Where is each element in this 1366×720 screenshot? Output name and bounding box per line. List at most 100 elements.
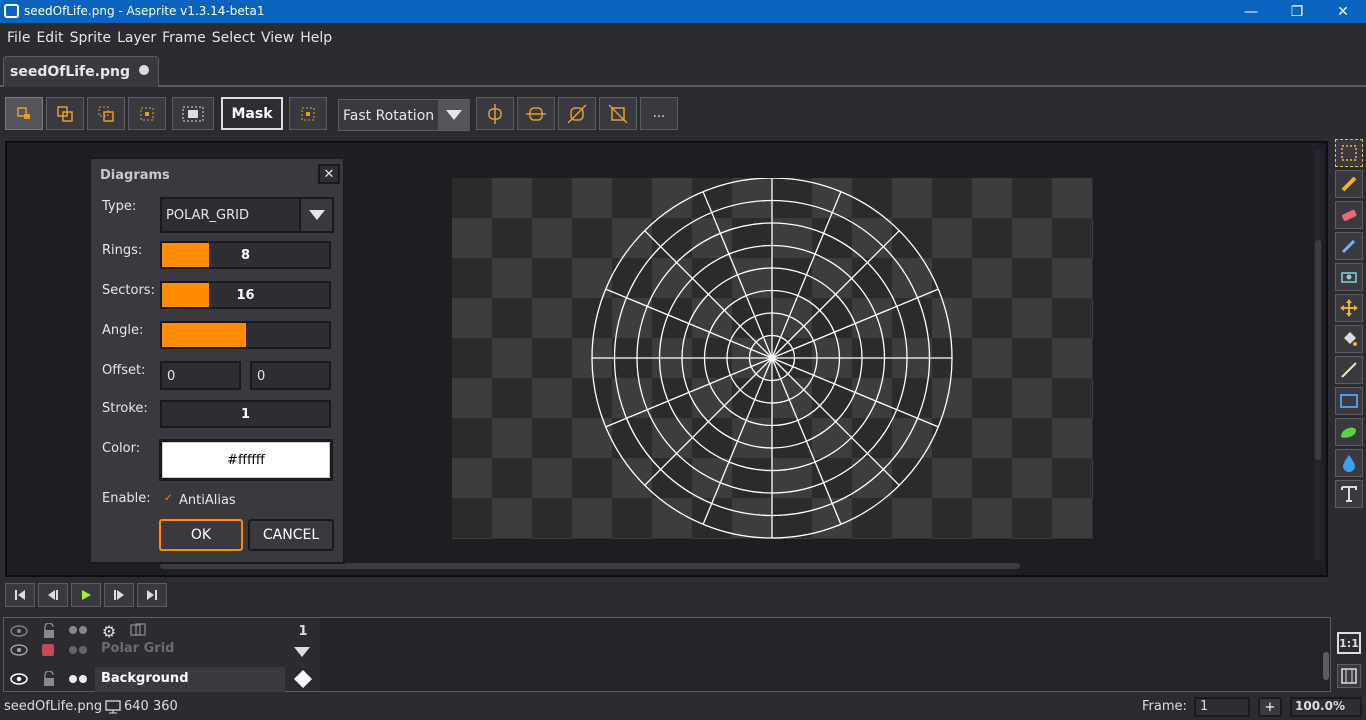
status-bar: seedOfLife.png 640 360 Frame: 1 + 100.0%: [0, 694, 1366, 720]
menu-select[interactable]: Select: [209, 30, 258, 46]
rings-slider[interactable]: 8: [160, 241, 331, 269]
rotation-algorithm-select[interactable]: Fast Rotation: [338, 99, 470, 131]
modified-dot-icon[interactable]: [139, 65, 149, 75]
menu-sprite[interactable]: Sprite: [67, 30, 115, 46]
rotate-antidiagonal-button[interactable]: [599, 97, 637, 130]
pivot-button[interactable]: [172, 97, 214, 130]
layer-row-polar-grid[interactable]: Polar Grid: [95, 641, 285, 661]
contour-tool[interactable]: [1335, 418, 1363, 446]
add-selection-button[interactable]: [46, 97, 84, 130]
camera-icon: [1341, 272, 1357, 283]
close-icon[interactable]: ✕: [318, 164, 340, 184]
line-tool[interactable]: [1335, 356, 1363, 384]
more-options-button[interactable]: ...: [640, 97, 678, 130]
menu-edit[interactable]: Edit: [33, 30, 66, 46]
eraser-tool[interactable]: [1335, 201, 1363, 229]
play-icon: [82, 590, 91, 600]
replace-selection-icon: [17, 106, 30, 119]
offset-x-input[interactable]: 0: [160, 361, 241, 390]
move-tool[interactable]: [1335, 294, 1363, 322]
color-label: Color:: [102, 441, 141, 456]
gear-icon[interactable]: ⚙: [98, 620, 120, 642]
angle-slider[interactable]: [160, 321, 331, 349]
vertical-scroll-thumb[interactable]: [1315, 240, 1321, 460]
type-value: POLAR_GRID: [166, 208, 249, 223]
zoom-input[interactable]: 100.0%: [1290, 697, 1362, 717]
layer-background-onion-icon[interactable]: [66, 673, 90, 685]
play-button[interactable]: [71, 583, 101, 607]
menu-file[interactable]: File: [4, 30, 33, 46]
offset-y-input[interactable]: 0: [250, 361, 331, 390]
last-frame-button[interactable]: [137, 583, 167, 607]
minimize-icon[interactable]: —: [1228, 0, 1274, 23]
enable-label: Enable:: [102, 491, 151, 506]
chevron-down-icon[interactable]: [299, 199, 332, 231]
pencil-icon: [1341, 176, 1357, 192]
menu-layer[interactable]: Layer: [114, 30, 159, 46]
menu-view[interactable]: View: [258, 30, 297, 46]
eyedropper-tool[interactable]: [1335, 232, 1363, 260]
diagrams-dialog: Diagrams ✕ Type: POLAR_GRID Rings: 8 Sec…: [89, 157, 345, 564]
layer-polar-grid-onion-icon[interactable]: [66, 644, 90, 656]
vertical-scrollbar[interactable]: [1314, 150, 1322, 560]
frame-cells-area[interactable]: [320, 618, 1330, 691]
rectangular-marquee-tool[interactable]: [1335, 139, 1363, 167]
add-frame-button[interactable]: +: [1258, 697, 1282, 717]
tab-seedoflife[interactable]: seedOfLife.png: [3, 56, 159, 87]
type-select[interactable]: POLAR_GRID: [160, 197, 334, 233]
frame-input[interactable]: 1: [1194, 697, 1250, 717]
intersect-selection-icon: [140, 107, 154, 120]
subtract-selection-icon: [98, 106, 114, 122]
onion-skin-icon[interactable]: [66, 624, 90, 636]
pencil-tool[interactable]: [1335, 170, 1363, 198]
paint-bucket-tool[interactable]: [1335, 325, 1363, 353]
stroke-slider[interactable]: 1: [160, 400, 331, 428]
layer-background-eye-icon[interactable]: [6, 668, 31, 690]
layer-row-background[interactable]: Background: [95, 667, 285, 692]
intersect-selection-button[interactable]: [128, 97, 166, 130]
cancel-button[interactable]: CANCEL: [248, 519, 334, 551]
cel-polar-grid-icon[interactable]: [292, 645, 312, 659]
mask-button[interactable]: Mask: [221, 97, 283, 130]
antialias-checkbox[interactable]: ✓: [164, 494, 174, 504]
ok-button[interactable]: OK: [159, 519, 243, 551]
replace-selection-button[interactable]: [5, 97, 43, 130]
offset-label: Offset:: [102, 363, 146, 378]
first-frame-button[interactable]: [5, 583, 35, 607]
frame-header-1[interactable]: 1: [288, 620, 318, 642]
link-cels-icon[interactable]: [128, 622, 150, 640]
chevron-down-icon[interactable]: [438, 100, 470, 130]
lock-header-icon[interactable]: [38, 621, 60, 641]
menu-help[interactable]: Help: [297, 30, 335, 46]
flip-horizontal-button[interactable]: [476, 97, 514, 130]
next-frame-button[interactable]: [104, 583, 134, 607]
mask-color-button[interactable]: [289, 97, 327, 130]
maximize-icon[interactable]: ❐: [1274, 0, 1320, 23]
stroke-label: Stroke:: [102, 401, 148, 416]
dialog-header[interactable]: Diagrams ✕: [91, 159, 343, 189]
droplet-icon: [1343, 455, 1355, 472]
marquee-icon: [1341, 145, 1357, 161]
sprite-canvas[interactable]: [452, 178, 1093, 539]
status-filename: seedOfLife.png: [4, 699, 103, 714]
layer-background-lock-icon[interactable]: [38, 669, 60, 689]
sectors-slider[interactable]: 16: [160, 281, 331, 309]
menu-frame[interactable]: Frame: [159, 30, 209, 46]
blur-tool[interactable]: [1335, 449, 1363, 477]
color-button[interactable]: #ffffff: [159, 439, 333, 481]
subtract-selection-button[interactable]: [87, 97, 125, 130]
visibility-header-eye-icon[interactable]: [6, 621, 31, 641]
cel-background-icon[interactable]: [290, 668, 316, 690]
zoom-one-to-one-button[interactable]: 1:1: [1337, 632, 1361, 654]
close-icon[interactable]: ✕: [1320, 0, 1366, 23]
rotate-diagonal-button[interactable]: [558, 97, 596, 130]
previous-frame-button[interactable]: [38, 583, 68, 607]
text-tool[interactable]: [1335, 480, 1363, 508]
filmstrip-button[interactable]: [1337, 664, 1361, 688]
layer-polar-grid-eye-icon[interactable]: [6, 642, 31, 658]
zoom-tool[interactable]: [1335, 263, 1363, 291]
rectangle-tool[interactable]: [1335, 387, 1363, 415]
timeline-vscroll-thumb[interactable]: [1323, 652, 1329, 680]
flip-vertical-button[interactable]: [517, 97, 555, 130]
layer-polar-grid-lock-icon[interactable]: [42, 644, 54, 656]
